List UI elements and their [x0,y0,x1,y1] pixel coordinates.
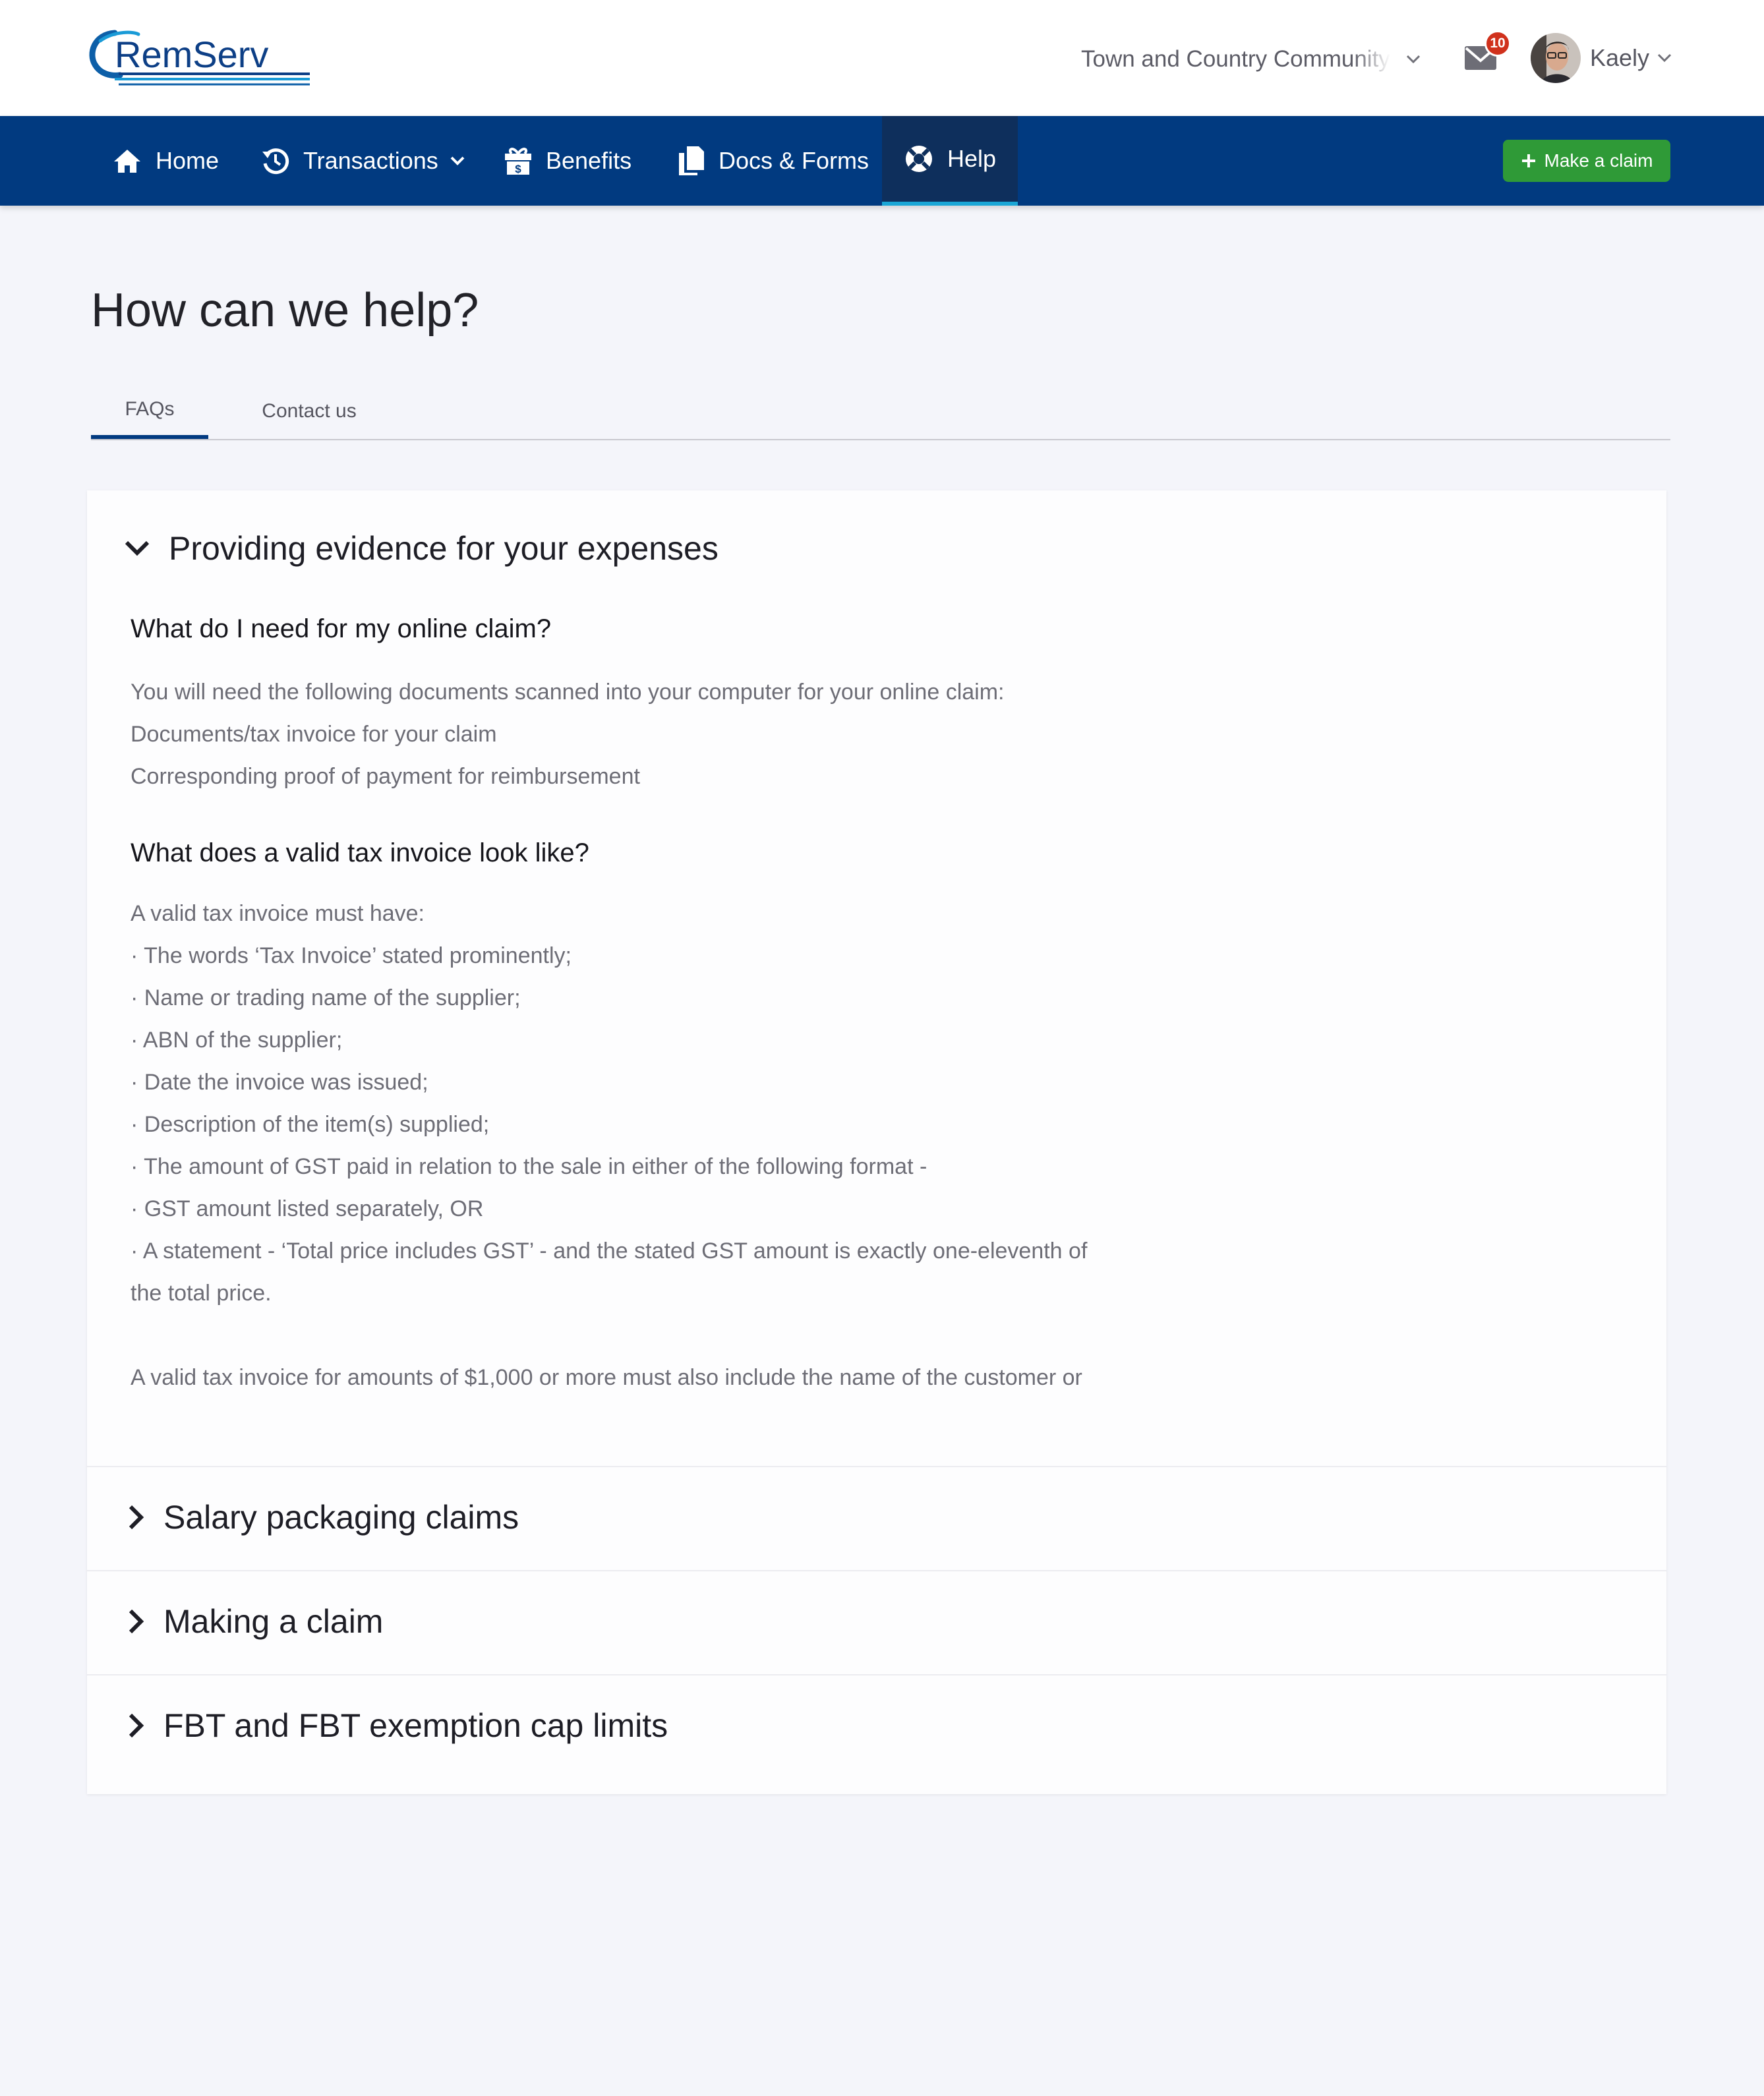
answer-line: · The words ‘Tax Invoice’ stated promine… [131,943,572,968]
main-navigation: Home Transactions $ Benefits Docs & Form… [0,116,1764,206]
accordion-divider [87,1674,1666,1675]
accordion-title: Salary packaging claims [163,1499,519,1536]
answer-line: · Description of the item(s) supplied; [131,1112,490,1137]
chevron-down-icon [1406,55,1420,64]
avatar-image [1531,33,1581,83]
nav-docs-forms[interactable]: Docs & Forms [678,116,869,206]
make-a-claim-button[interactable]: Make a claim [1503,140,1670,182]
remserv-logo[interactable]: RemServ [88,28,312,87]
accordion-title: FBT and FBT exemption cap limits [163,1707,668,1744]
plus-icon [1521,154,1535,167]
home-icon [114,150,140,173]
tab-contact-us-label: Contact us [262,400,357,422]
svg-text:$: $ [515,163,521,175]
nav-home[interactable]: Home [112,116,219,206]
answer-line: · GST amount listed separately, OR [131,1196,484,1221]
faq-accordion: Providing evidence for your expenses Wha… [87,490,1666,1794]
answer-line: You will need the following documents sc… [131,680,1005,705]
nav-help-label: Help [947,145,997,172]
chevron-right-icon [129,1505,144,1530]
accordion-header-making-a-claim[interactable]: Making a claim [128,1602,383,1641]
documents-icon [679,146,704,175]
tab-faqs[interactable]: FAQs [91,384,208,439]
accordion-header-evidence[interactable]: Providing evidence for your expenses [124,529,719,568]
answer-line: Documents/tax invoice for your claim [131,722,497,747]
accordion-header-fbt[interactable]: FBT and FBT exemption cap limits [128,1706,668,1745]
faq-answer: You will need the following documents sc… [131,671,1005,798]
history-icon [262,148,289,175]
lifebuoy-icon [905,146,932,172]
answer-line: · The amount of GST paid in relation to … [131,1154,927,1179]
answer-line: · A statement - ‘Total price includes GS… [131,1238,1088,1264]
answer-line: · Name or trading name of the supplier; [131,985,521,1010]
logo-text: RemServ [115,34,268,75]
user-name: Kaely [1590,44,1650,71]
nav-home-label: Home [156,147,220,174]
nav-benefits-label: Benefits [546,147,632,174]
chevron-down-icon [450,156,465,165]
nav-transactions-label: Transactions [303,147,438,174]
tab-faqs-label: FAQs [125,398,175,420]
nav-docs-forms-label: Docs & Forms [719,147,869,174]
answer-line: the total price. [131,1281,272,1306]
chevron-right-icon [129,1609,144,1634]
gift-dollar-icon: $ [505,148,531,175]
help-tabs: FAQs Contact us [91,384,1670,440]
avatar[interactable] [1531,33,1581,83]
tab-contact-us[interactable]: Contact us [240,384,378,439]
accordion-title: Making a claim [163,1603,384,1640]
accordion-header-salary-packaging[interactable]: Salary packaging claims [128,1498,519,1537]
answer-line: Corresponding proof of payment for reimb… [131,764,640,789]
nav-help[interactable]: Help [882,116,1018,206]
organisation-selector[interactable]: Town and Country Community [1081,44,1424,75]
accordion-divider [87,1570,1666,1571]
accordion-divider [87,1466,1666,1467]
nav-transactions[interactable]: Transactions [261,116,465,206]
nav-benefits[interactable]: $ Benefits [504,116,632,206]
chevron-down-icon [1658,53,1672,63]
chevron-right-icon [129,1713,144,1738]
accordion-title: Providing evidence for your expenses [169,530,719,567]
answer-line: · ABN of the supplier; [131,1028,343,1053]
organisation-name: Town and Country Community [1081,46,1390,72]
answer-line: A valid tax invoice for amounts of $1,00… [131,1365,1082,1390]
faq-question-heading: What do I need for my online claim? [131,614,552,643]
user-menu[interactable]: Kaely [1590,41,1672,75]
faq-answer: A valid tax invoice must have: · The wor… [131,892,1087,1399]
answer-line: A valid tax invoice must have: [131,901,425,926]
notification-badge: 10 [1485,30,1511,57]
top-header: RemServ Town and Country Community 10 Ka… [0,0,1764,116]
answer-line: · Date the invoice was issued; [131,1070,428,1095]
make-a-claim-label: Make a claim [1544,150,1653,171]
faq-question-heading: What does a valid tax invoice look like? [131,838,589,867]
page-title: How can we help? [91,284,479,337]
chevron-down-icon [125,540,150,556]
